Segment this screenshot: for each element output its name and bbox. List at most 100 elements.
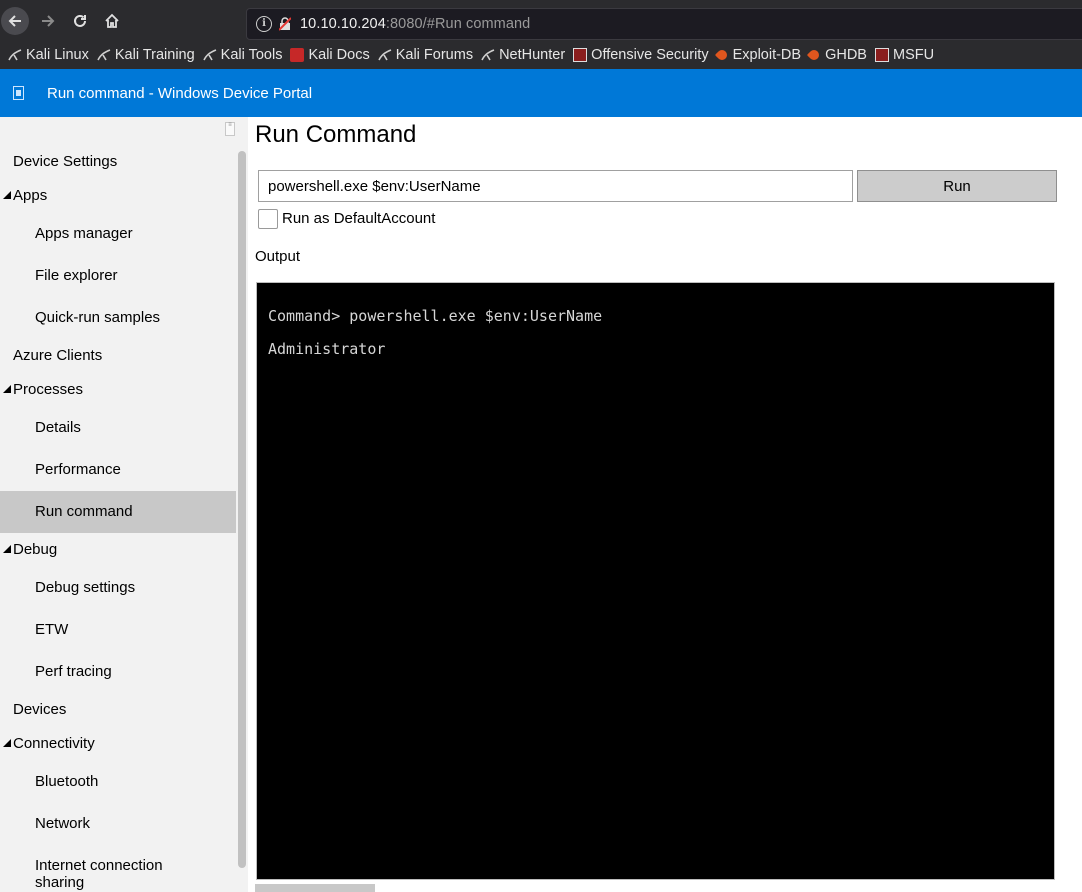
horizontal-scrollbar[interactable] (255, 884, 375, 892)
sidebar-scrollbar[interactable] (238, 151, 246, 868)
sidebar-group-processes[interactable]: Processes (0, 373, 236, 407)
run-button[interactable]: Run (857, 170, 1057, 202)
bookmark-label: MSFU (892, 47, 935, 63)
sidebar-item-performance[interactable]: Performance (0, 449, 236, 491)
sidebar-item-perf-tracing[interactable]: Perf tracing (0, 651, 236, 693)
sidebar-item-etw[interactable]: ETW (0, 609, 236, 651)
command-input[interactable] (258, 170, 853, 202)
exploitdb-icon (714, 47, 729, 63)
sidebar-item-label: ETW (35, 621, 69, 638)
device-portal-logo-icon (13, 86, 24, 100)
bookmark-label: Exploit-DB (732, 47, 802, 63)
sidebar-item-label: Debug settings (35, 579, 136, 596)
sidebar-item-label: Connectivity (13, 735, 95, 752)
bookmark-label: GHDB (825, 47, 867, 63)
bookmark-item[interactable]: Kali Forums (378, 47, 473, 63)
app-header: Run command - Windows Device Portal (0, 69, 1082, 117)
sidebar-item-label: Run command (35, 503, 133, 520)
sidebar-item-label: Device Settings (13, 153, 118, 170)
sidebar: ≡ Device Settings Apps Apps manager File ex… (0, 117, 248, 892)
sidebar-item-run-command[interactable]: Run command (0, 491, 236, 533)
bookmark-item[interactable]: GHDB (807, 47, 867, 63)
run-as-default-account-label: Run as DefaultAccount (282, 210, 436, 227)
sidebar-item-debug-settings[interactable]: Debug settings (0, 567, 236, 609)
sidebar-nav: Device Settings Apps Apps manager File expl… (0, 145, 236, 891)
sidebar-item-azure-clients[interactable]: Azure Clients (0, 339, 236, 373)
bookmark-item[interactable]: Kali Linux (8, 47, 89, 63)
sidebar-item-label: Processes (13, 381, 84, 398)
app-title: Run command - Windows Device Portal (47, 84, 313, 102)
sidebar-item-file-explorer[interactable]: File explorer (0, 255, 236, 297)
sidebar-item-quick-run-samples[interactable]: Quick-run samples (0, 297, 236, 339)
sidebar-item-label: File explorer (35, 267, 118, 284)
output-line: Administrator (268, 340, 386, 358)
expand-triangle-icon[interactable] (3, 545, 11, 553)
url-path: :8080/#Run command (385, 16, 531, 32)
output-label: Output (255, 248, 301, 265)
info-icon[interactable]: i (256, 16, 272, 32)
sidebar-item-network[interactable]: Network (0, 803, 236, 845)
sidebar-group-connectivity[interactable]: Connectivity (0, 727, 236, 761)
bookmark-item[interactable]: MSFU (874, 47, 935, 63)
offsec-icon (573, 48, 588, 62)
bookmark-item[interactable]: Kali Docs (290, 47, 370, 63)
expand-triangle-icon[interactable] (3, 191, 11, 199)
sidebar-item-label: Apps (13, 187, 48, 204)
sidebar-item-details[interactable]: Details (0, 407, 236, 449)
bookmark-item[interactable]: NetHunter (481, 47, 565, 63)
insecure-lock-icon[interactable] (278, 17, 292, 31)
sidebar-item-label: Bluetooth (35, 773, 99, 790)
sidebar-group-apps[interactable]: Apps (0, 179, 236, 213)
kali-dragon-icon (97, 48, 111, 62)
sidebar-item-label: Details (35, 419, 81, 436)
sidebar-item-label: Debug (13, 541, 58, 558)
sidebar-item-label: Devices (13, 701, 67, 718)
sidebar-item-apps-manager[interactable]: Apps manager (0, 213, 236, 255)
bookmarks-toolbar: Kali Linux Kali Training Kali Tools Kali Do… (0, 42, 1082, 68)
collapse-sidebar-icon[interactable]: ≡ (225, 122, 235, 136)
sidebar-item-label: Internet connection sharing (35, 857, 163, 891)
bookmark-label: NetHunter (499, 47, 566, 63)
bookmark-label: Kali Tools (220, 47, 283, 63)
sidebar-item-label: Quick-run samples (35, 309, 161, 326)
sidebar-item-device-settings[interactable]: Device Settings (0, 145, 236, 179)
sidebar-group-debug[interactable]: Debug (0, 533, 236, 567)
sidebar-item-bluetooth[interactable]: Bluetooth (0, 761, 236, 803)
url-text: 10.10.10.204:8080/#Run command (300, 16, 530, 32)
kali-dragon-icon (202, 48, 217, 62)
sidebar-item-label: Perf tracing (35, 663, 112, 680)
sidebar-item-label: Apps manager (35, 225, 133, 242)
address-bar[interactable]: i 10.10.10.204:8080/#Run command (246, 8, 1082, 40)
bookmark-label: Offensive Security (591, 47, 709, 63)
kali-docs-icon (290, 48, 305, 62)
offsec-icon (874, 48, 889, 62)
output-line: Command> powershell.exe $env:UserName (268, 307, 603, 325)
bookmark-label: Kali Forums (395, 47, 474, 63)
bookmark-item[interactable]: Kali Tools (202, 47, 283, 63)
bookmark-item[interactable]: Kali Training (97, 47, 195, 63)
kali-dragon-icon (378, 48, 392, 62)
browser-toolbar: i 10.10.10.204:8080/#Run command Kali Li… (0, 0, 1082, 69)
bookmark-label: Kali Docs (308, 47, 370, 63)
kali-dragon-icon (8, 48, 22, 62)
exploitdb-icon (807, 47, 822, 63)
home-icon[interactable] (98, 7, 126, 35)
kali-dragon-icon (481, 48, 495, 62)
sidebar-item-label: Network (35, 815, 91, 832)
back-arrow-icon[interactable] (1, 7, 29, 35)
forward-arrow-icon[interactable] (34, 7, 62, 35)
bookmark-item[interactable]: Exploit-DB (714, 47, 802, 63)
sidebar-item-label: Performance (35, 461, 121, 478)
page-title: Run Command (255, 121, 417, 148)
run-as-default-account-checkbox[interactable] (258, 209, 278, 229)
bookmark-label: Kali Training (114, 47, 195, 63)
sidebar-item-internet-connection-sharing[interactable]: Internet connection sharing (0, 845, 200, 891)
expand-triangle-icon[interactable] (3, 385, 11, 393)
bookmark-item[interactable]: Offensive Security (573, 47, 709, 63)
expand-triangle-icon[interactable] (3, 739, 11, 747)
output-console[interactable]: Command> powershell.exe $env:UserName Adm… (256, 282, 1055, 880)
url-host: 10.10.10.204 (300, 16, 386, 32)
bookmark-label: Kali Linux (26, 47, 89, 63)
reload-icon[interactable] (66, 7, 94, 35)
sidebar-item-devices[interactable]: Devices (0, 693, 236, 727)
